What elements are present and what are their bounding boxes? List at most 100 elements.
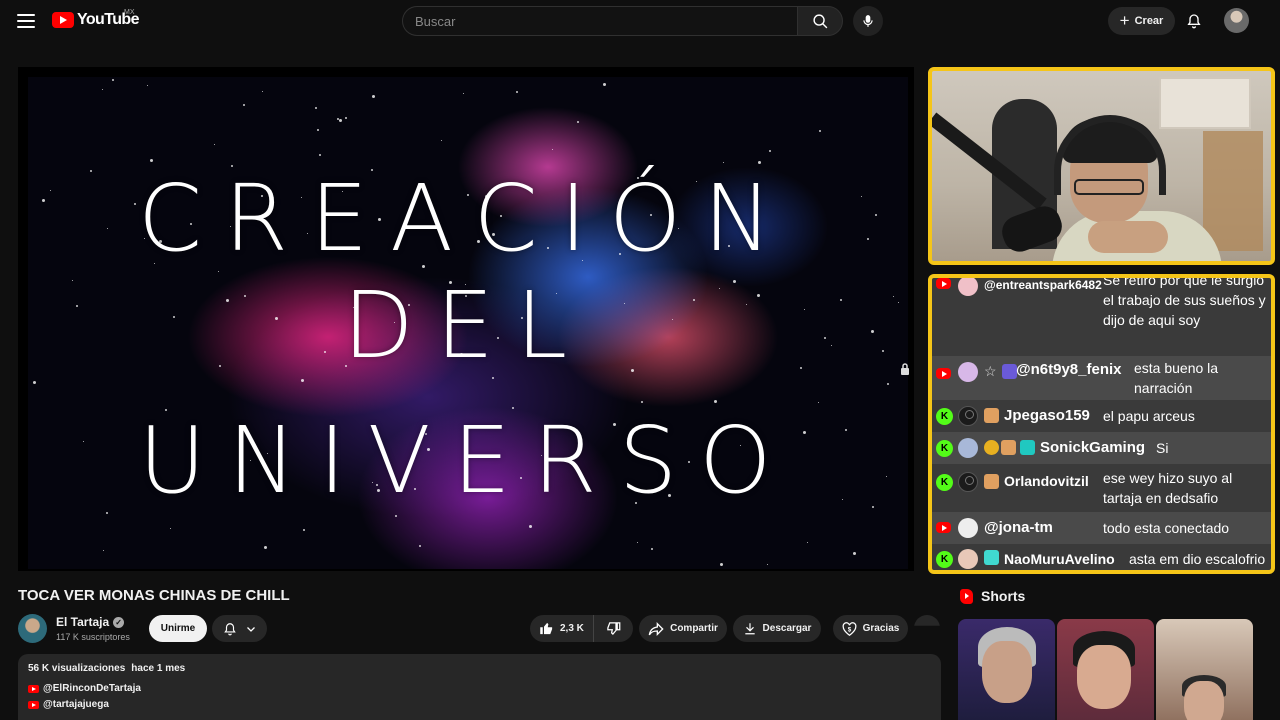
webcam-hands [1088,221,1168,253]
microphone-icon [863,15,873,27]
chat-message: ☆ @n6t9y8_fenix esta bueno la narración [932,356,1271,400]
video-frame-title-line-3: UNIVERSO [138,407,794,514]
chat-text: asta em dio escalofrio [1129,551,1266,567]
shorts-heading: Shorts [981,588,1026,604]
share-icon [648,621,664,636]
notifications-button[interactable] [1182,9,1206,33]
youtube-icon [28,684,39,693]
star [768,150,771,153]
chat-avatar [958,472,978,492]
download-label: Descargar [762,623,812,634]
user-avatar[interactable] [1224,8,1249,33]
chat-text: el papu arceus [1103,408,1195,424]
chat-avatar [958,438,978,458]
share-label: Compartir [670,623,718,634]
shorts-header: Shorts [960,588,1025,604]
shorts-icon [960,588,973,604]
country-code: MX [124,9,135,16]
star [757,161,761,165]
channel-name-link[interactable]: El Tartaja ✓ [56,615,125,629]
short-person-face [1077,645,1131,709]
create-button[interactable]: + Crear [1108,7,1175,35]
video-frame-title-line-2: DEL [342,272,590,379]
like-dislike-group: 2,3 K [530,615,633,642]
subscriber-count: 117 K suscriptores [56,632,130,642]
star [887,382,890,385]
live-chat-overlay: @entreantspark6482 Se retiro por que le … [928,274,1275,574]
description-stats: 56 K visualizaciones hace 1 mes [28,663,931,674]
search-button[interactable] [797,6,843,36]
video-title: TOCA VER MONAS CHINAS DE CHILL [18,587,290,604]
star [344,116,347,119]
chat-username: SonickGaming [1040,439,1146,456]
plus-icon: + [1119,10,1130,30]
download-button[interactable]: Descargar [733,615,821,642]
like-button[interactable]: 2,3 K [530,615,594,642]
thumbs-down-icon [606,622,620,636]
gift-badge-icon [1020,440,1035,455]
youtube-icon [936,278,951,289]
star [263,545,267,549]
heart-dollar-icon: $ [842,621,857,636]
star [515,90,518,93]
view-count: 56 K visualizaciones [28,663,126,674]
dislike-button[interactable] [594,615,632,642]
search-bar [402,6,843,36]
channel-link[interactable]: @tartajajuega [28,699,931,710]
coin-badge-icon [984,440,999,455]
star-icon: ☆ [984,363,997,379]
description-box[interactable]: 56 K visualizaciones hace 1 mes @ElRinco… [18,654,941,720]
sub-badge-icon [984,408,999,423]
star [338,118,342,122]
channel-avatar[interactable] [18,614,47,643]
more-actions-button[interactable] [914,615,940,626]
chat-message: K Jpegaso159 el papu arceus [932,400,1271,432]
chat-username: NaoMuruAvelino [1004,551,1115,567]
thumbs-up-icon [540,622,553,635]
chat-message: K Orlandovitzil ese wey hizo suyo al tar… [932,464,1271,512]
join-button[interactable]: Unirme [149,615,207,642]
star [440,140,442,142]
short-person-face [1184,681,1224,720]
share-button[interactable]: Compartir [639,615,727,642]
thanks-button[interactable]: $ Gracias [833,615,908,642]
lock-icon [901,363,909,375]
chat-message: @entreantspark6482 Se retiro por que le … [932,274,1271,354]
chevron-down-icon [246,626,255,632]
webcam-shelf [1159,77,1251,129]
star [719,562,723,566]
voice-search-button[interactable] [853,6,883,36]
menu-icon[interactable] [16,11,36,31]
chat-avatar [958,549,978,569]
chat-message: K SonickGaming Si [932,432,1271,464]
search-input[interactable] [402,6,797,36]
svg-text:$: $ [847,626,851,633]
streamer-webcam [928,67,1275,265]
video-player[interactable]: CREACIÓN DEL UNIVERSO [18,67,914,571]
member-badge-icon [1002,364,1017,379]
channel-link[interactable]: @ElRinconDeTartaja [28,683,931,694]
star [261,90,263,92]
chat-avatar [958,362,978,382]
thanks-label: Gracias [862,623,900,634]
chat-username: @entreantspark6482 [984,278,1102,292]
chat-username: @n6t9y8_fenix [1016,361,1122,378]
webcam-glasses [1074,179,1144,195]
youtube-icon [28,700,39,709]
chat-avatar [958,406,978,426]
star [111,79,114,82]
kick-icon: K [936,408,953,425]
star [371,94,375,98]
chat-text: Si [1156,440,1169,456]
top-bar: YouTube MX + Crear [0,0,1280,42]
star [551,148,553,150]
star [806,541,808,543]
short-thumbnail[interactable] [1057,619,1154,720]
chat-text: Se retiro por que le surgio el trabajo d… [1103,274,1266,328]
short-thumbnail[interactable] [1156,619,1253,720]
youtube-icon [936,368,951,379]
create-label: Crear [1134,15,1164,27]
youtube-icon [936,522,951,533]
short-thumbnail[interactable] [958,619,1055,720]
subscription-notifications-button[interactable] [212,615,267,642]
